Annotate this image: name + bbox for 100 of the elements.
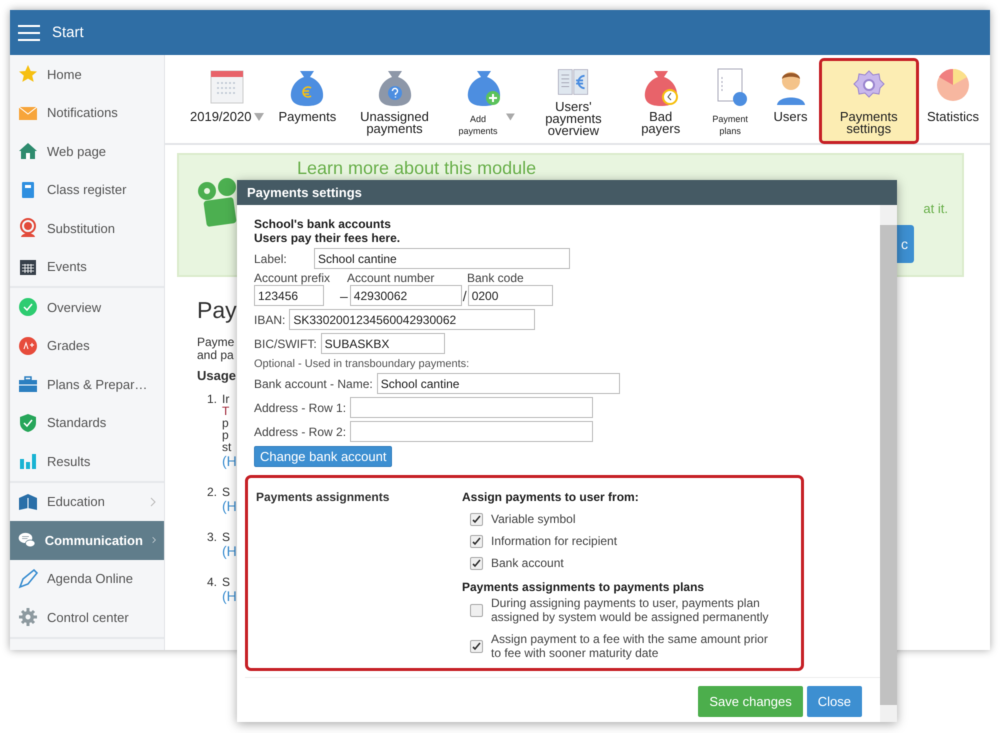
- group-heading: Payments assignments to payments plans: [462, 580, 706, 594]
- checkbox[interactable]: [470, 534, 483, 548]
- sidebar-item[interactable]: Communication: [10, 521, 164, 560]
- settings-icon: [18, 607, 38, 628]
- step-number: 4.: [207, 576, 218, 591]
- bank-code-field[interactable]: 0200: [468, 285, 553, 306]
- address-field[interactable]: [350, 397, 594, 418]
- book-icon: [18, 492, 38, 512]
- change-bank-account-button[interactable]: Change bank account: [254, 446, 392, 467]
- toolbar-button[interactable]: Users' payments overview: [526, 61, 621, 141]
- shield-icon: [18, 412, 38, 433]
- account-name-field[interactable]: School cantine: [376, 373, 620, 394]
- section-heading: School's bank accounts: [254, 217, 392, 231]
- help-link[interactable]: (H: [222, 453, 237, 469]
- checkbox[interactable]: [470, 640, 483, 652]
- help-link[interactable]: (H: [222, 543, 237, 559]
- iban-field[interactable]: SK3302001234560042930062: [289, 309, 536, 330]
- checkbox[interactable]: [470, 512, 483, 526]
- sidebar-item[interactable]: Events: [10, 248, 164, 286]
- usage-heading: Usage: [197, 368, 236, 383]
- toolbar-button[interactable]: Payment plans: [700, 61, 760, 141]
- separator-text: –: [340, 288, 348, 304]
- option-label: Bank account: [491, 556, 565, 570]
- option-label: Variable symbol: [491, 512, 576, 526]
- bic-field[interactable]: SUBASKBX: [320, 333, 445, 354]
- option-label: During assigning payments to user, payments plan assigned by system would be assigned permanently: [491, 596, 770, 624]
- field-label: Address - Row 1:: [254, 400, 346, 414]
- grade-icon: [18, 336, 38, 356]
- sidebar-item[interactable]: Web page: [10, 132, 164, 170]
- field-label: Address - Row 2:: [254, 424, 346, 438]
- toolbar-button[interactable]: Unassigned payments: [347, 61, 442, 141]
- field-label: Bank account - Name:: [254, 376, 373, 390]
- sidebar-item[interactable]: Control center: [10, 598, 164, 636]
- sidebar-item[interactable]: Home: [10, 55, 164, 94]
- step-text: Ir: [222, 393, 230, 405]
- field-label: Account number: [347, 271, 436, 285]
- step-text: T: [222, 405, 230, 417]
- star-icon: [18, 64, 38, 84]
- step-text: S: [222, 576, 232, 588]
- page-heading: Pay: [197, 297, 237, 324]
- sidebar-item[interactable]: Overview: [10, 288, 164, 326]
- toolbar-button[interactable]: Payments settings: [822, 61, 916, 141]
- checkbox[interactable]: [470, 604, 483, 616]
- sidebar-item[interactable]: Substitution: [10, 209, 164, 248]
- prefix-field[interactable]: 123456: [254, 285, 324, 306]
- menu-icon[interactable]: [18, 24, 40, 40]
- label-field[interactable]: School cantine: [314, 248, 570, 269]
- banner-title: Learn more about this module: [297, 158, 536, 179]
- sidebar-item[interactable]: Agenda Online: [10, 560, 164, 598]
- section-heading: Payments assignments: [256, 490, 390, 506]
- account-number-field[interactable]: 42930062: [350, 285, 462, 306]
- house-icon: [18, 141, 38, 162]
- check-circle-icon: [18, 297, 38, 318]
- field-label: BIC/SWIFT:: [254, 336, 317, 350]
- intro-text: and pa: [197, 349, 234, 362]
- sidebar-item[interactable]: Results: [10, 442, 164, 480]
- optional-note: Optional - Used in transboundary payments:: [254, 358, 470, 370]
- scrollbar[interactable]: [880, 205, 897, 722]
- sidebar-item[interactable]: Grades: [10, 326, 164, 365]
- step-text: S: [222, 486, 232, 498]
- step-text: st: [222, 441, 232, 453]
- field-label: IBAN:: [254, 312, 286, 326]
- help-link[interactable]: (H: [222, 498, 237, 514]
- briefcase-icon: [18, 374, 38, 394]
- dialog-title: Payments settings: [237, 180, 897, 205]
- sidebar-item[interactable]: Class register: [10, 170, 164, 209]
- field-label: Label:: [254, 252, 288, 266]
- field-label: Bank code: [467, 271, 524, 285]
- step-number: 3.: [207, 531, 218, 546]
- sidebar-item[interactable]: Notifications: [10, 94, 164, 132]
- option-label: Information for recipient: [491, 534, 618, 548]
- section-subheading: Users pay their fees here.: [254, 231, 402, 245]
- help-link[interactable]: (H: [222, 588, 237, 604]
- step-text: p: [222, 417, 230, 429]
- group-heading: Assign payments to user from:: [462, 490, 640, 504]
- toolbar-button[interactable]: Bad payers: [628, 61, 693, 141]
- checkbox[interactable]: [470, 556, 483, 570]
- address-field[interactable]: [350, 421, 594, 442]
- close-button[interactable]: Close: [806, 686, 862, 717]
- toolbar-button[interactable]: Users: [768, 61, 814, 141]
- toolbar-button[interactable]: Payments: [275, 61, 340, 141]
- field-label: Account prefix: [254, 271, 332, 285]
- step-text: p: [222, 429, 230, 441]
- toolbar-button[interactable]: Statistics: [924, 61, 982, 141]
- bar-chart-icon: [18, 451, 38, 472]
- pen-icon: [18, 568, 38, 589]
- sidebar-item[interactable]: Standards: [10, 404, 164, 442]
- step-number: 1.: [207, 393, 218, 408]
- banner-text: at it.: [923, 201, 948, 216]
- step-text: S: [222, 531, 232, 543]
- intro-text: Payme: [197, 336, 234, 349]
- toolbar-button[interactable]: 2019/2020: [187, 61, 268, 141]
- step-number: 2.: [207, 486, 218, 501]
- person-icon: [18, 218, 38, 238]
- sidebar-item[interactable]: Plans & Prepar…: [10, 365, 164, 404]
- separator-text: /: [462, 288, 467, 304]
- toolbar-button[interactable]: Add payments: [450, 61, 518, 141]
- header-title: Start: [52, 24, 84, 41]
- option-label: Assign payment to a fee with the same amount prior to fee with sooner maturity date: [491, 632, 769, 660]
- sidebar-item[interactable]: Education: [10, 482, 164, 521]
